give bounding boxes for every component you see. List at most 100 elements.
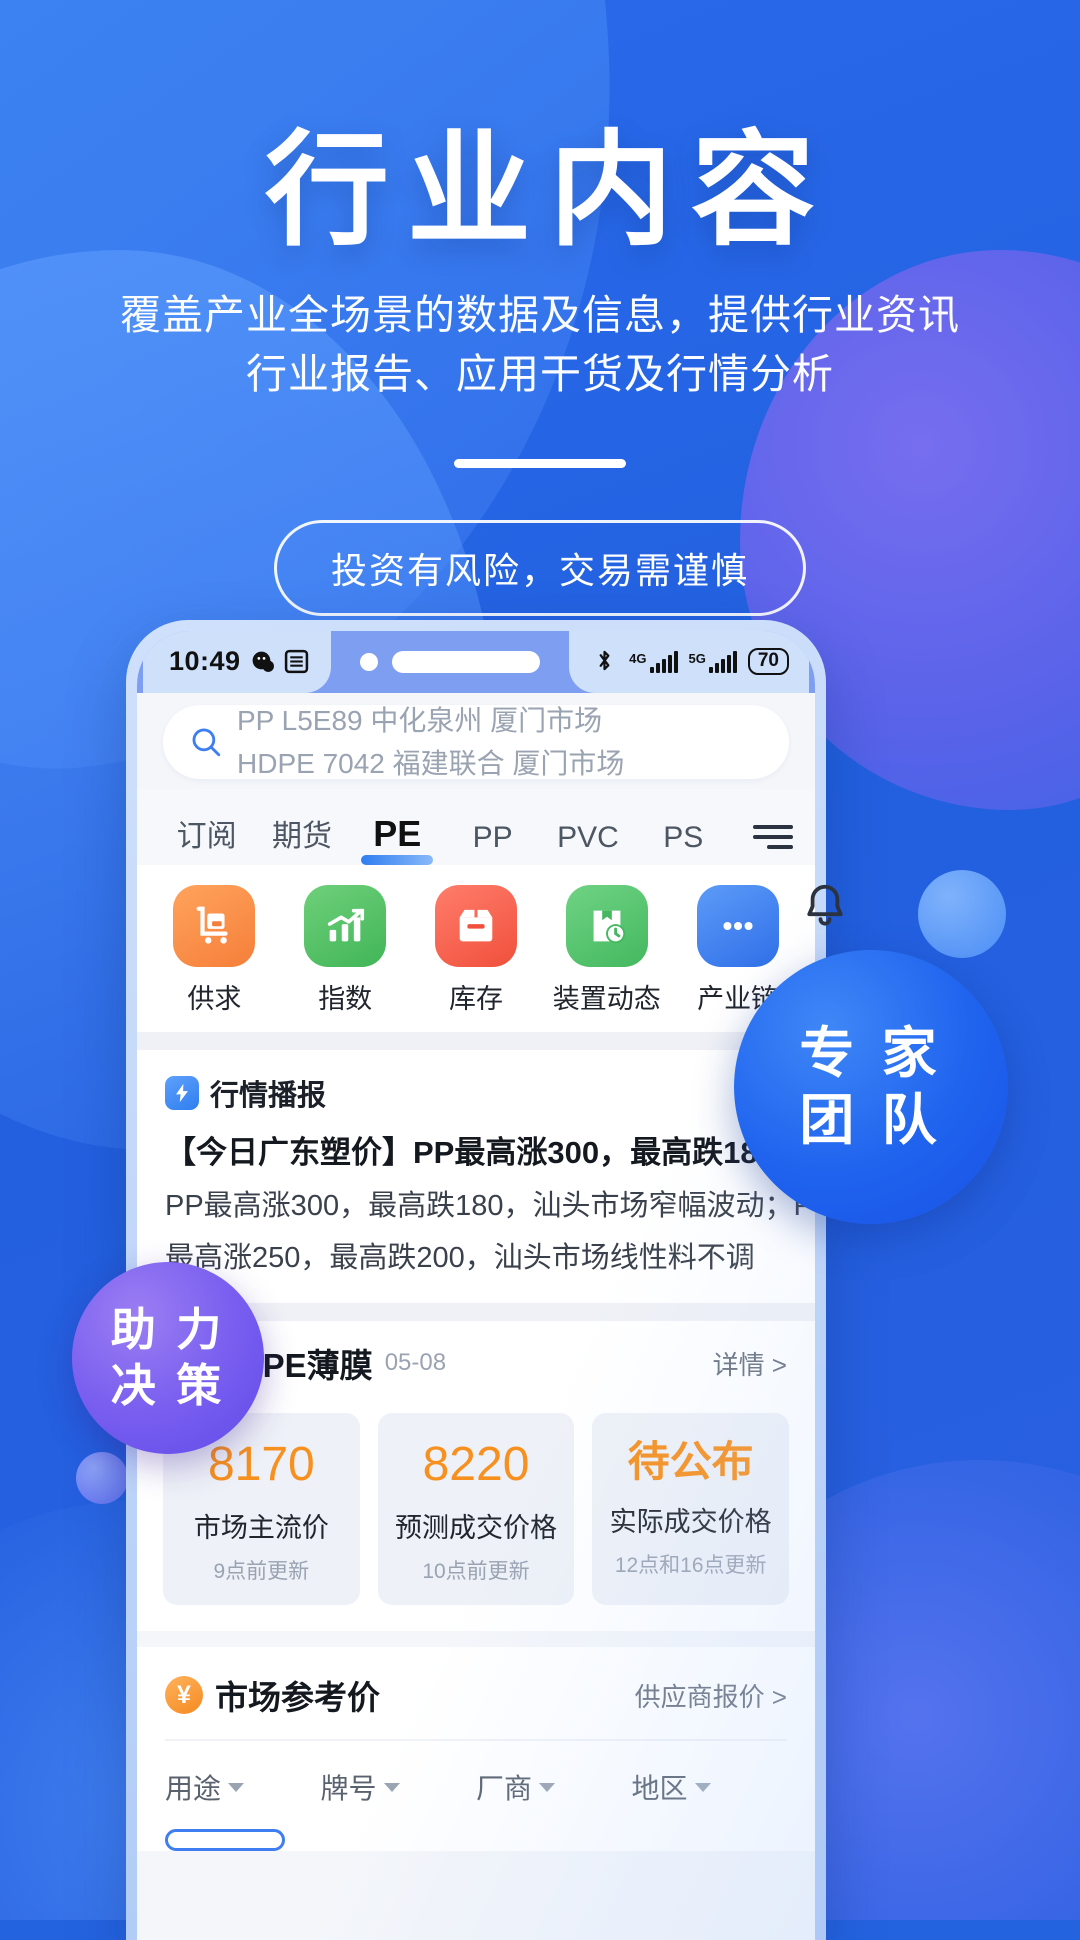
bluetooth-icon <box>593 649 618 674</box>
news-title: 【今日广东塑价】PP最高涨300，最高跌180 <box>165 1135 775 1170</box>
phone-mockup: 10:49 4G 5G 70 PP L5E89 中化泉州 厦门市场 HDPE 7… <box>126 620 826 1940</box>
price-card-forecast[interactable]: 8220 预测成交价格 10点前更新 <box>377 1413 575 1606</box>
badge-expert-line-1: 专 家 <box>799 1021 943 1084</box>
badge-decide-line-1: 助 力 <box>110 1304 226 1356</box>
product-detail-link[interactable]: 详情 > <box>713 1345 787 1382</box>
hero-subtitle-line-2: 行业报告、应用干货及行情分析 <box>246 350 834 397</box>
camera-dot <box>359 653 378 671</box>
signal-5g-icon: 5G <box>688 650 737 673</box>
category-tabs: 订阅 期货 PE PP PVC PS <box>137 789 815 865</box>
price-label: 实际成交价格 <box>609 1506 772 1537</box>
notification-bell-icon[interactable] <box>798 880 852 934</box>
filter-usage-label: 用途 <box>165 1773 222 1805</box>
tab-pp[interactable]: PP <box>445 821 540 865</box>
search-icon <box>189 725 223 759</box>
page-title: 行业内容 <box>264 122 833 260</box>
signal-4g-icon: 4G <box>629 650 678 673</box>
hero-divider <box>454 458 626 468</box>
price-hint: 12点和16点更新 <box>614 1553 767 1577</box>
quick-entry-supply[interactable]: 供求 <box>149 885 280 1016</box>
chevron-down-icon <box>539 1782 556 1792</box>
search-input[interactable]: PP L5E89 中化泉州 厦门市场 HDPE 7042 福建联合 厦门市场 <box>163 705 789 779</box>
price-label: 市场主流价 <box>193 1513 329 1544</box>
market-reference-section: ¥ 市场参考价 供应商报价 > 用途 牌号 厂商 地区 <box>137 1647 815 1852</box>
tab-pvc[interactable]: PVC <box>540 821 635 865</box>
risk-disclaimer-pill: 投资有风险，交易需谨慎 <box>273 519 806 616</box>
tab-ps[interactable]: PS <box>636 821 731 865</box>
signal-5g-label: 5G <box>688 650 706 666</box>
chart-up-icon <box>304 885 387 967</box>
badge-expert-team: 专 家 团 队 <box>734 950 1008 1224</box>
status-bar-clock: 10:49 <box>169 646 241 676</box>
filter-manufacturer-label: 厂商 <box>476 1773 533 1805</box>
search-placeholder-roller: PP L5E89 中化泉州 厦门市场 HDPE 7042 福建联合 厦门市场 <box>237 705 763 779</box>
phone-screen: 10:49 4G 5G 70 PP L5E89 中化泉州 厦门市场 HDPE 7… <box>137 631 815 1940</box>
price-label: 预测成交价格 <box>395 1513 557 1544</box>
flash-icon <box>165 1076 199 1110</box>
market-reference-header: ¥ 市场参考价 供应商报价 > <box>165 1671 787 1719</box>
hero-section: 行业内容 覆盖产业全场景的数据及信息，提供行业资讯 行业报告、应用干货及行情分析… <box>0 0 1080 616</box>
chevron-down-icon <box>228 1782 245 1792</box>
hamburger-icon[interactable] <box>731 825 793 865</box>
hero-subtitle-line-1: 覆盖产业全场景的数据及信息，提供行业资讯 <box>120 292 960 339</box>
quick-entry-grid: 供求 指数 库存 装置动态 产业链 <box>137 865 815 1032</box>
quick-entry-label: 库存 <box>448 984 503 1014</box>
speaker-pill <box>391 651 540 673</box>
price-hint: 10点前更新 <box>422 1560 530 1584</box>
price-card-actual[interactable]: 待公布 实际成交价格 12点和16点更新 <box>592 1413 790 1606</box>
status-bar: 10:49 4G 5G 70 <box>137 631 815 693</box>
box-icon <box>434 885 517 967</box>
battery-indicator: 70 <box>747 648 789 675</box>
news-card[interactable]: 行情播报 【今日广东塑价】PP最高涨300，最高跌180 PP最高涨300，最高… <box>137 1050 815 1304</box>
supplier-quote-link[interactable]: 供应商报价 > <box>635 1677 787 1714</box>
wechat-icon <box>250 649 275 674</box>
search-placeholder-line-1: PP L5E89 中化泉州 厦门市场 <box>237 705 603 736</box>
price-value: 8220 <box>422 1438 530 1492</box>
product-date: 05-08 <box>384 1349 447 1377</box>
quick-entry-inventory[interactable]: 库存 <box>411 885 542 1016</box>
news-body-line-1: PP最高涨300，最高跌180，汕头市场窄幅波动；PE <box>165 1189 815 1222</box>
badge-expert-line-2: 团 队 <box>799 1089 943 1151</box>
status-bar-left: 10:49 <box>143 631 331 693</box>
trolley-icon <box>173 885 256 967</box>
tab-futures[interactable]: 期货 <box>254 811 349 865</box>
quick-entry-label: 指数 <box>318 984 373 1014</box>
chevron-down-icon <box>383 1782 400 1792</box>
filter-region[interactable]: 地区 <box>632 1767 788 1807</box>
plant-status-icon <box>565 885 648 967</box>
section-divider <box>137 1032 815 1050</box>
more-dots-icon <box>696 885 779 967</box>
selected-filter-chip[interactable] <box>165 1829 285 1852</box>
search-section: PP L5E89 中化泉州 厦门市场 HDPE 7042 福建联合 厦门市场 <box>137 693 815 789</box>
market-reference-filters: 用途 牌号 厂商 地区 <box>165 1739 787 1825</box>
tab-subscribe[interactable]: 订阅 <box>159 811 254 865</box>
status-bar-right: 4G 5G 70 <box>569 631 809 693</box>
badge-decide-line-2: 决 策 <box>110 1360 226 1411</box>
hero-subtitle: 覆盖产业全场景的数据及信息，提供行业资讯 行业报告、应用干货及行情分析 <box>0 286 1080 402</box>
decorative-circle-right <box>918 870 1006 958</box>
filter-usage[interactable]: 用途 <box>165 1767 321 1807</box>
filter-region-label: 地区 <box>631 1773 688 1805</box>
news-tag: 行情播报 <box>210 1080 327 1112</box>
quick-entry-index[interactable]: 指数 <box>280 885 411 1016</box>
quick-entry-label: 供求 <box>187 984 242 1014</box>
quick-entry-plant-status[interactable]: 装置动态 <box>541 885 672 1016</box>
filter-grade-label: 牌号 <box>320 1773 377 1805</box>
quick-entry-label: 装置动态 <box>552 984 661 1014</box>
camera-cutout <box>359 651 540 673</box>
search-placeholder-line-2: HDPE 7042 福建联合 厦门市场 <box>237 748 625 779</box>
price-card-row: 8170 市场主流价 9点前更新 8220 预测成交价格 10点前更新 待公布 … <box>137 1397 815 1632</box>
tab-pe[interactable]: PE <box>350 813 445 865</box>
yen-icon: ¥ <box>165 1676 203 1715</box>
filter-manufacturer[interactable]: 厂商 <box>476 1767 632 1807</box>
filter-grade[interactable]: 牌号 <box>321 1767 477 1807</box>
news-header: 行情播报 <box>165 1072 787 1114</box>
market-reference-title: 市场参考价 <box>215 1679 380 1717</box>
price-value: 待公布 <box>627 1438 754 1486</box>
list-icon <box>284 649 309 674</box>
decorative-circle-left <box>76 1452 128 1504</box>
signal-4g-label: 4G <box>629 650 647 666</box>
price-hint: 9点前更新 <box>213 1560 310 1584</box>
badge-decision-support: 助 力 决 策 <box>72 1262 264 1454</box>
chevron-down-icon <box>694 1782 711 1792</box>
